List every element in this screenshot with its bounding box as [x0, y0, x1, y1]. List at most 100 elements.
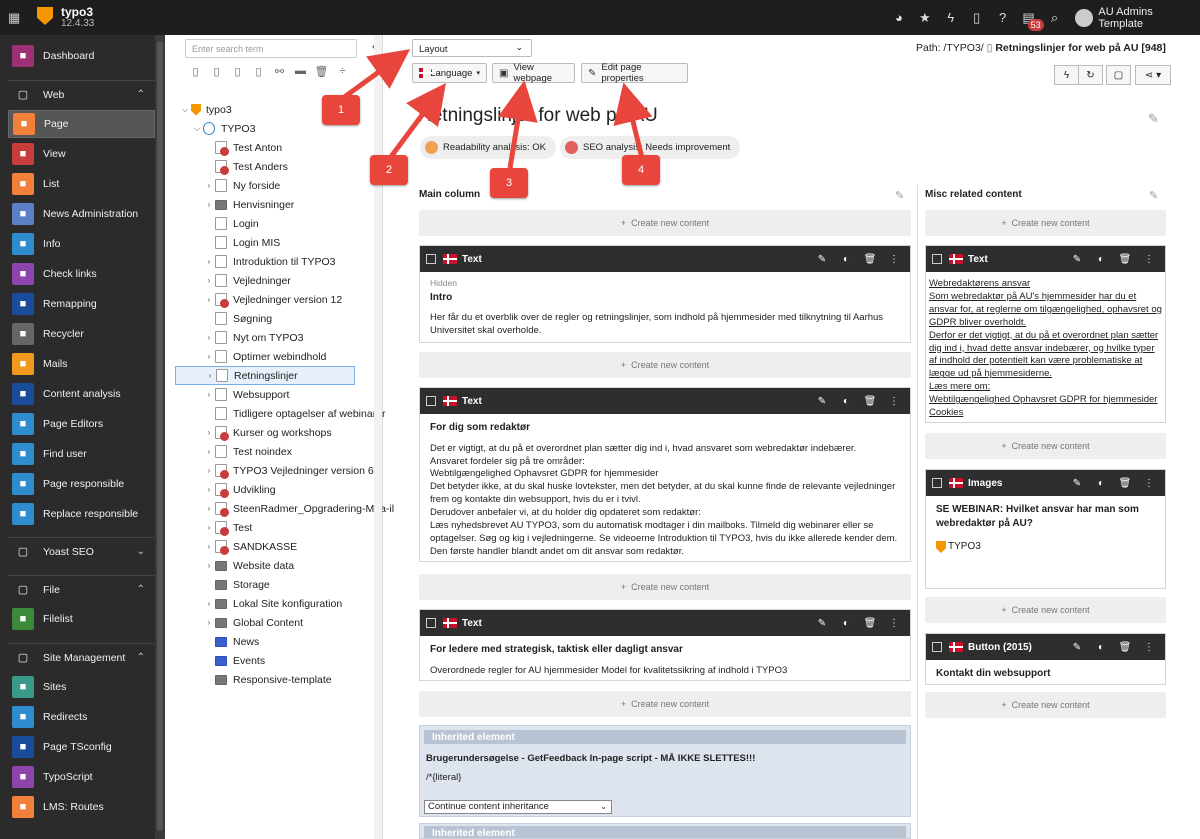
module-item-6[interactable]: ■ Info — [8, 230, 155, 258]
expand-icon[interactable]: › — [203, 257, 215, 266]
expand-icon[interactable]: › — [203, 276, 215, 285]
view-webpage-button[interactable]: ▣ View webpage — [492, 62, 575, 84]
tree-search-input[interactable]: Enter search term — [185, 39, 357, 58]
tree-node[interactable]: › Henvisninger — [203, 195, 295, 214]
expand-icon[interactable]: › — [203, 200, 215, 209]
chevron-icon[interactable]: ⌄ — [137, 546, 145, 557]
link-icon[interactable]: ⚯ — [269, 65, 290, 78]
trash-icon[interactable]: 🗑 — [1113, 642, 1137, 653]
module-item-18[interactable]: ■ Filelist — [8, 605, 155, 633]
tree-node[interactable]: › Ny forside — [203, 176, 280, 195]
tree-node[interactable]: › Lokal Site konfiguration — [203, 594, 343, 613]
divider-icon[interactable]: ÷ — [332, 65, 353, 78]
tree-node[interactable]: › Introduktion til TYPO3 — [203, 252, 336, 271]
tree-node[interactable]: News — [203, 632, 259, 651]
tree-node[interactable]: › Retningslinjer — [175, 366, 355, 385]
create-content-button[interactable]: + Create new content — [419, 574, 911, 600]
shortcut-button[interactable]: ▢ — [1106, 65, 1131, 85]
toggle-icon[interactable]: ◐ — [834, 618, 858, 629]
content-link[interactable]: Webredaktørens ansvar — [929, 278, 1162, 291]
module-menu-scrollbar[interactable] — [155, 35, 165, 839]
more-icon[interactable]: ⋮ — [1137, 478, 1161, 489]
chevron-icon[interactable]: ⌃ — [137, 89, 145, 100]
more-icon[interactable]: ⋮ — [1137, 642, 1161, 653]
tree-node[interactable]: › Test — [203, 518, 252, 537]
tree-site[interactable]: ⌵ TYPO3 — [191, 119, 255, 138]
chevron-icon[interactable]: ⌃ — [137, 652, 145, 663]
tree-node[interactable]: Events — [203, 651, 265, 670]
module-item-13[interactable]: ■ Find user — [8, 440, 155, 468]
tree-node[interactable]: › TYPO3 Vejledninger version 6.2 — [203, 461, 382, 480]
expand-icon[interactable]: › — [203, 295, 215, 304]
edit-icon[interactable]: ✎ — [810, 396, 834, 407]
layout-select[interactable]: Layout ⌄ — [412, 39, 532, 57]
content-card[interactable]: Button (2015) ✎ ◐ 🗑 ⋮ Kontakt din websuppor… — [925, 633, 1166, 685]
module-item-9[interactable]: ■ Recycler — [8, 320, 155, 348]
tree-node[interactable]: › Optimer webindhold — [203, 347, 326, 366]
create-content-button[interactable]: + Create new content — [925, 210, 1166, 236]
expand-icon[interactable]: › — [203, 561, 215, 570]
content-card[interactable]: Text ✎ ◐ 🗑 ⋮ Hidden Intro Her får du et ove… — [419, 245, 911, 343]
trash-icon[interactable]: 🗑 — [1113, 254, 1137, 265]
clear-cache-button[interactable]: ϟ — [1054, 65, 1079, 85]
flash-icon[interactable]: ϟ — [938, 10, 964, 25]
tree-node[interactable]: › Websupport — [203, 385, 289, 404]
toggle-icon[interactable]: ◐ — [1089, 254, 1113, 265]
content-card[interactable]: Text ✎ ◐ 🗑 ⋮ For dig som redaktør Det er vi… — [419, 387, 911, 562]
tree-node[interactable]: Søgning — [203, 309, 272, 328]
expand-icon[interactable]: › — [203, 447, 215, 456]
folder-icon[interactable]: ▬ — [290, 65, 311, 78]
app-grid-icon[interactable]: ▦ — [8, 11, 22, 25]
share-button[interactable]: ⋖ ▾ — [1135, 65, 1171, 85]
toggle-icon[interactable]: ◐ — [834, 396, 858, 407]
module-item-21[interactable]: ■ Redirects — [8, 703, 155, 731]
tree-node[interactable]: › Nyt om TYPO3 — [203, 328, 303, 347]
module-group-16[interactable]: ▢ Yoast SEO ⌄ — [8, 537, 155, 565]
expand-icon[interactable]: › — [204, 371, 216, 380]
tree-node[interactable]: › Vejledninger version 12 — [203, 290, 342, 309]
edit-icon[interactable]: ✎ — [810, 618, 834, 629]
edit-icon[interactable]: ✎ — [810, 254, 834, 265]
content-link[interactable]: Som webredaktør på AU's hjemmesider har … — [929, 291, 1162, 330]
module-item-4[interactable]: ■ List — [8, 170, 155, 198]
tree-node[interactable]: Login — [203, 214, 259, 233]
edit-icon[interactable]: ✎ — [1065, 478, 1089, 489]
tree-node[interactable]: Login MIS — [203, 233, 280, 252]
content-link[interactable]: Derfor er det vigtigt, at du på et overo… — [929, 330, 1162, 382]
module-item-3[interactable]: ■ View — [8, 140, 155, 168]
module-item-12[interactable]: ■ Page Editors — [8, 410, 155, 438]
module-group-19[interactable]: ▢ Site Management ⌃ — [8, 643, 155, 671]
language-button[interactable]: Language ▾ — [412, 63, 487, 83]
star-icon[interactable]: ★ — [912, 10, 938, 26]
edit-page-properties-button[interactable]: ✎ Edit page properties — [581, 62, 688, 84]
module-item-23[interactable]: ■ TypoScript — [8, 763, 155, 791]
trash-icon[interactable]: 🗑 — [311, 65, 332, 78]
content-card[interactable]: Text ✎ ◐ 🗑 ⋮ For ledere med strategisk, tak… — [419, 609, 911, 681]
expand-icon[interactable]: › — [203, 599, 215, 608]
expand-icon[interactable]: › — [203, 181, 215, 190]
tree-node[interactable]: › Test noindex — [203, 442, 292, 461]
more-icon[interactable]: ⋮ — [882, 618, 906, 629]
tree-node[interactable]: › Kurser og workshops — [203, 423, 332, 442]
expand-icon[interactable]: › — [203, 333, 215, 342]
user-menu[interactable]: AU Admins Template — [1075, 6, 1200, 30]
module-item-15[interactable]: ■ Replace responsible — [8, 500, 155, 528]
module-item-24[interactable]: ■ LMS: Routes — [8, 793, 155, 821]
tree-node[interactable]: › SANDKASSE — [203, 537, 297, 556]
module-item-11[interactable]: ■ Content analysis — [8, 380, 155, 408]
content-link[interactable]: Læs mere om: — [929, 381, 1162, 394]
image-thumbnail[interactable]: TYPO3 — [936, 540, 1155, 554]
expand-icon[interactable]: › — [203, 428, 215, 437]
trash-icon[interactable]: 🗑 — [858, 618, 882, 629]
more-icon[interactable]: ⋮ — [1137, 254, 1161, 265]
expand-icon[interactable]: › — [203, 618, 215, 627]
module-item-14[interactable]: ■ Page responsible — [8, 470, 155, 498]
new-page-icon[interactable]: ▯ — [185, 65, 206, 78]
module-item-10[interactable]: ■ Mails — [8, 350, 155, 378]
new-page-icon[interactable]: ▯ — [248, 65, 269, 78]
inheritance-select[interactable]: Continue content inheritance ⌄ — [424, 800, 612, 814]
toggle-icon[interactable]: ◐ — [1089, 642, 1113, 653]
tree-node[interactable]: › SteenRadmer_Opgradering-Maa-il — [203, 499, 394, 518]
create-content-button[interactable]: + Create new content — [419, 691, 911, 717]
toggle-icon[interactable]: ◐ — [834, 254, 858, 265]
